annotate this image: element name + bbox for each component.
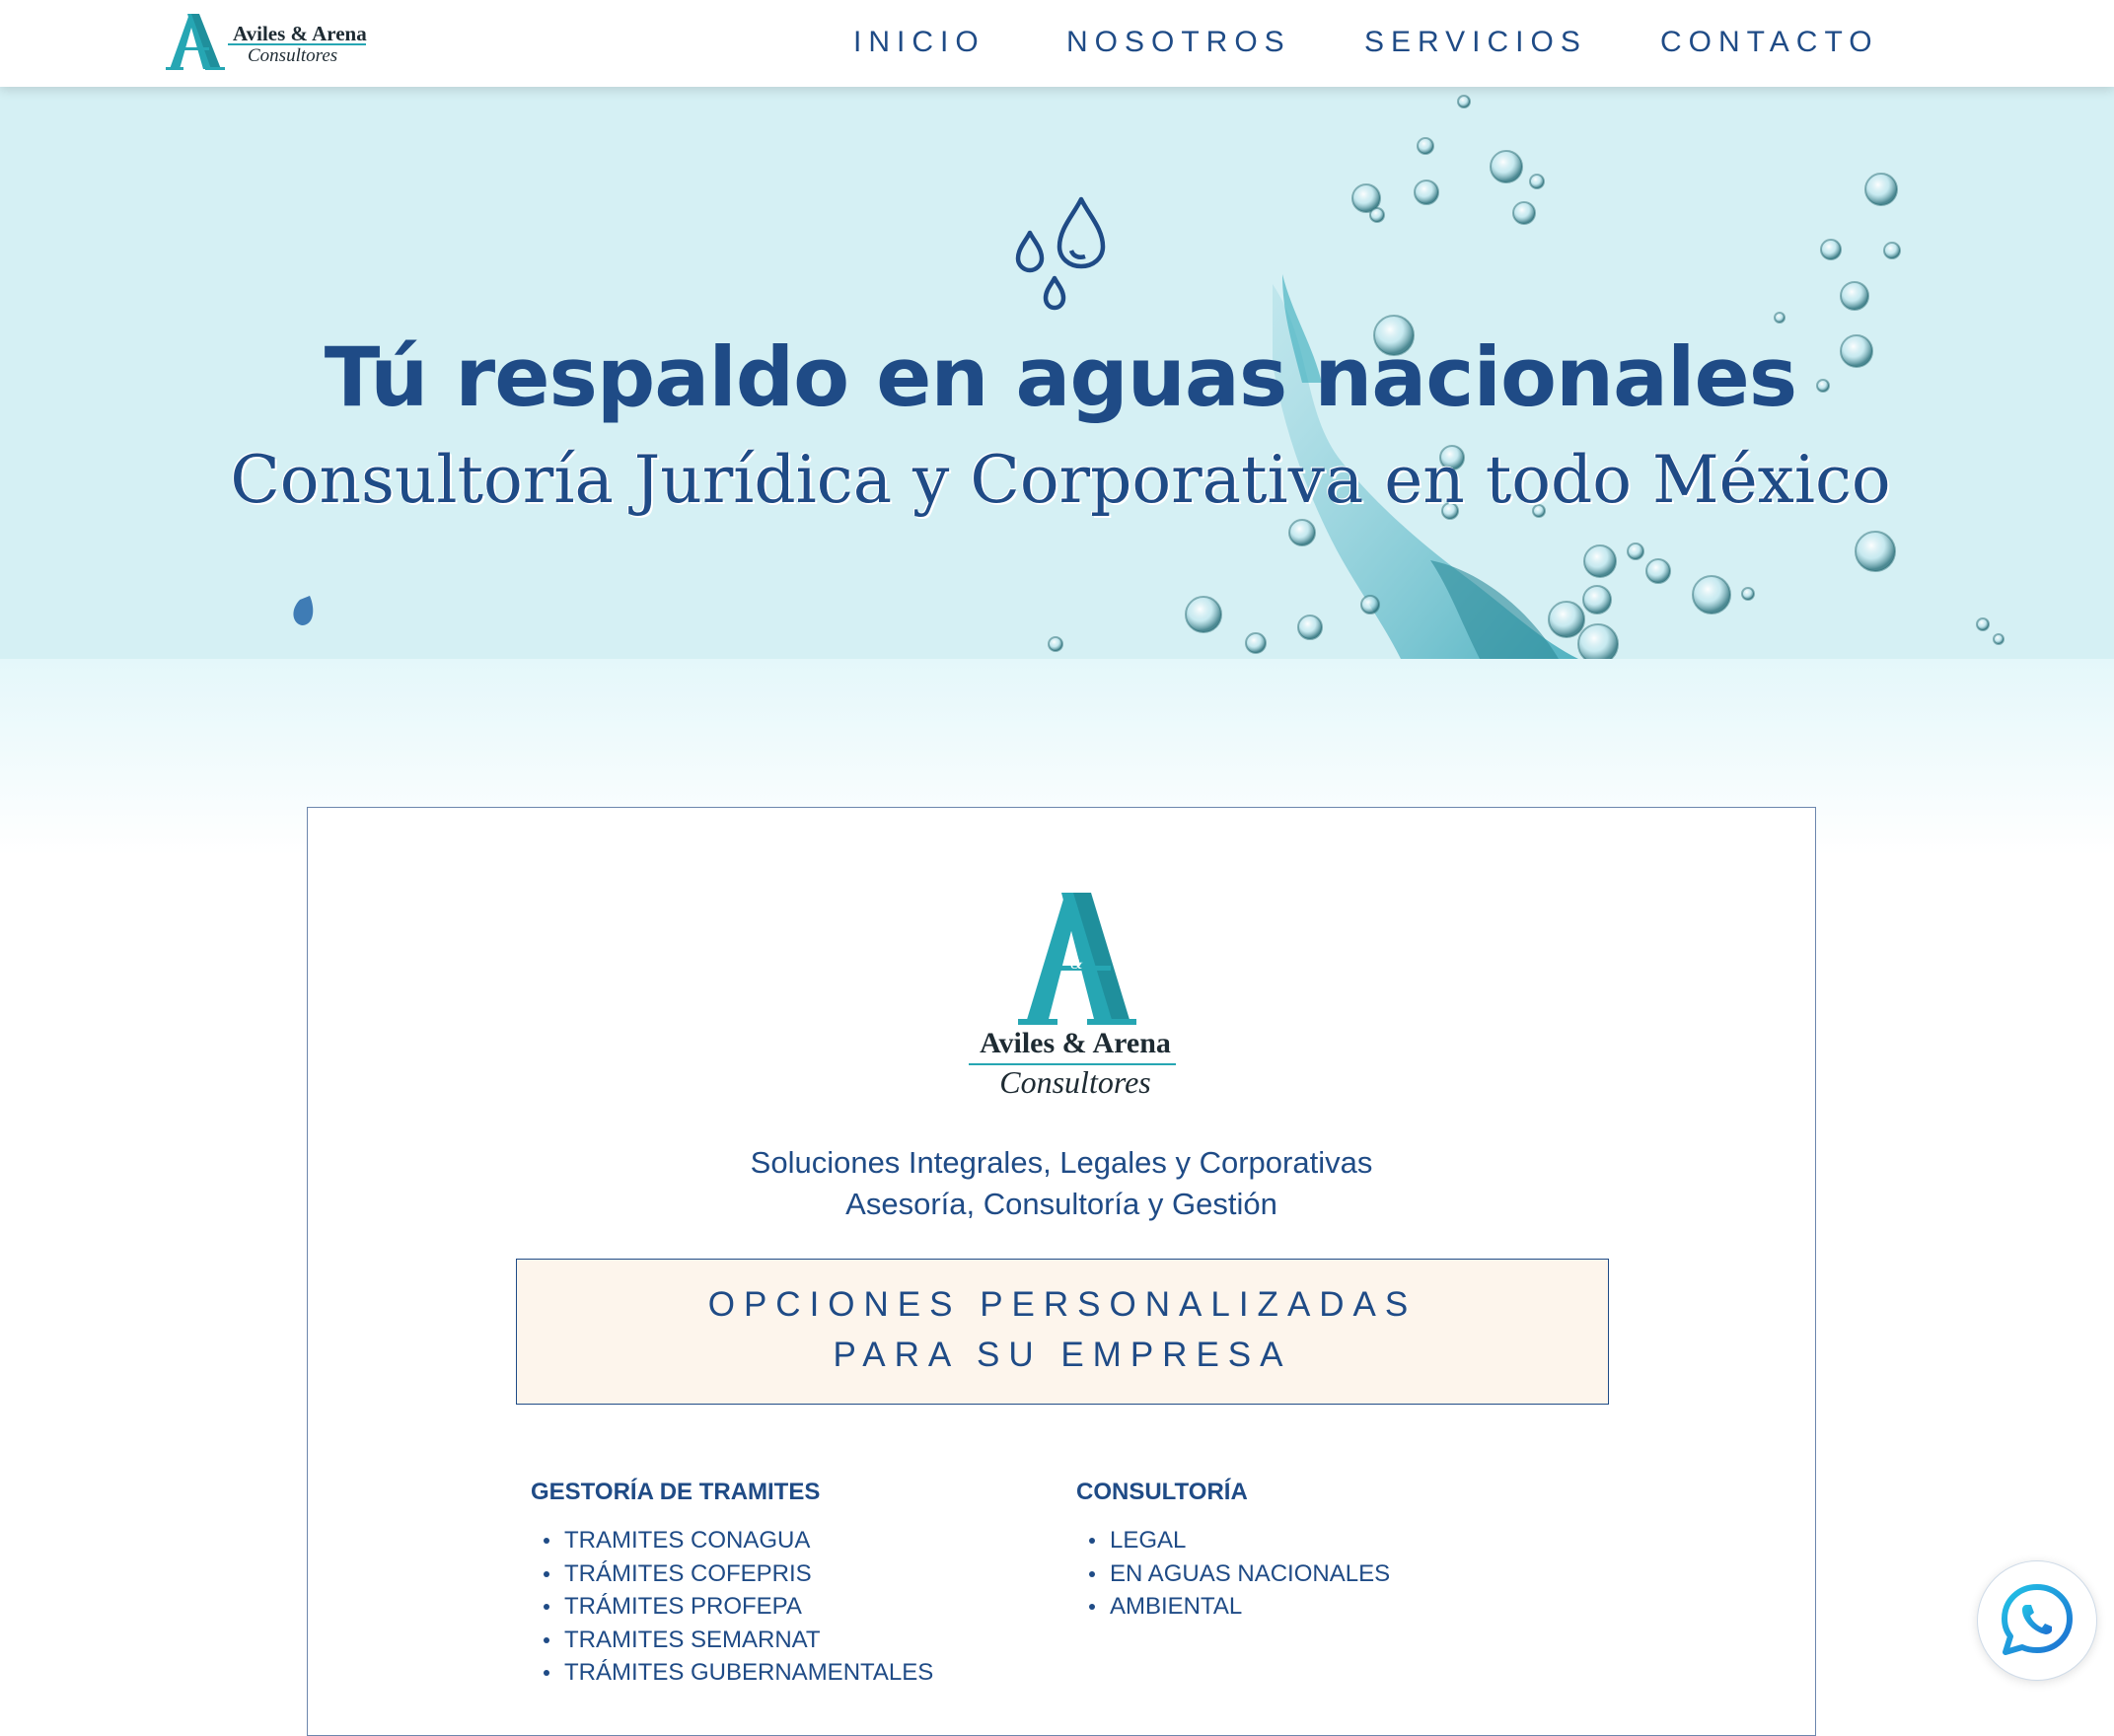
services-card: & Aviles & Arena Consultores Soluciones … [307, 807, 1816, 1736]
logo-mark-icon: & [1018, 893, 1136, 1025]
column-title: CONSULTORÍA [1076, 1479, 1248, 1505]
consultoria-list: LEGAL EN AGUAS NACIONALES AMBIENTAL [1076, 1524, 1390, 1624]
column-title: GESTORÍA DE TRAMITES [531, 1479, 821, 1505]
tagline-line-1: Soluciones Integrales, Legales y Corpora… [750, 1145, 1373, 1180]
nav-item-servicios[interactable]: SERVICIOS [1364, 26, 1587, 59]
list-item: LEGAL [1088, 1524, 1390, 1557]
gestoria-list: TRAMITES CONAGUA TRÁMITES COFEPRIS TRÁMI… [531, 1524, 933, 1690]
list-item: TRÁMITES PROFEPA [543, 1590, 933, 1624]
list-item: TRAMITES SEMARNAT [543, 1624, 933, 1657]
hero-subtitle: Consultoría Jurídica y Corporativa en to… [230, 442, 1891, 518]
list-item: TRAMITES CONAGUA [543, 1524, 933, 1557]
nav-item-inicio[interactable]: INICIO [853, 26, 985, 59]
list-item: TRÁMITES GUBERNAMENTALES [543, 1656, 933, 1690]
site-header: Aviles & Arena Consultores INICIO NOSOTR… [0, 0, 2114, 87]
options-banner: OPCIONES PERSONALIZADAS PARA SU EMPRESA [516, 1259, 1609, 1405]
card-brand-name: Aviles & Arena [980, 1027, 1171, 1059]
tagline-line-2: Asesoría, Consultoría y Gestión [845, 1187, 1277, 1221]
brand-subtitle: Consultores [248, 45, 338, 66]
consultoria-column: CONSULTORÍA LEGAL EN AGUAS NACIONALES AM… [1076, 1479, 1390, 1624]
list-item: EN AGUAS NACIONALES [1088, 1557, 1390, 1591]
options-line-2: PARA SU EMPRESA [833, 1336, 1292, 1374]
list-item: TRÁMITES COFEPRIS [543, 1557, 933, 1591]
gestoria-column: GESTORÍA DE TRAMITES TRAMITES CONAGUA TR… [531, 1479, 933, 1690]
header-logo[interactable]: Aviles & Arena Consultores [166, 10, 373, 73]
whatsapp-button[interactable] [1977, 1560, 2097, 1681]
list-item: AMBIENTAL [1088, 1590, 1390, 1624]
options-line-1: OPCIONES PERSONALIZADAS [707, 1285, 1418, 1324]
hero-section: Tú respaldo en aguas nacionales Consulto… [0, 87, 2114, 659]
logo-mark-icon [166, 14, 225, 70]
nav-item-nosotros[interactable]: NOSOTROS [1066, 26, 1291, 59]
svg-text:&: & [1070, 956, 1083, 973]
card-logo: & Aviles & Arena Consultores [957, 875, 1194, 1102]
hero-title: Tú respaldo en aguas nacionales [324, 329, 1797, 425]
whatsapp-icon [2002, 1584, 2073, 1655]
card-brand-subtitle: Consultores [999, 1064, 1151, 1100]
brand-name: Aviles & Arena [233, 22, 367, 45]
water-drops-icon [1015, 196, 1106, 311]
nav-item-contacto[interactable]: CONTACTO [1660, 26, 1879, 59]
